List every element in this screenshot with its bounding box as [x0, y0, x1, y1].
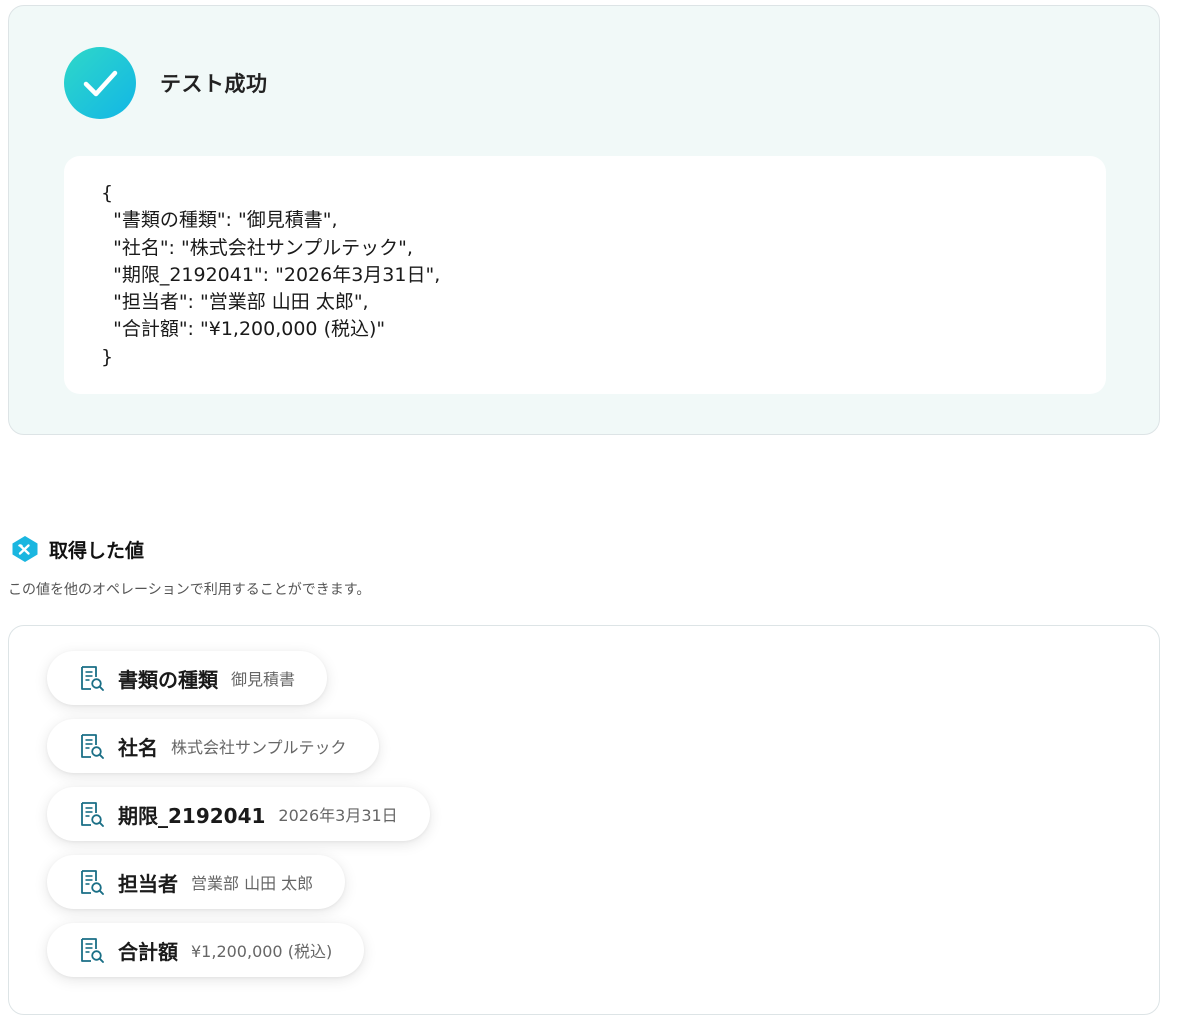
value-chip-value: 営業部 山田 太郎 — [191, 874, 314, 893]
value-chip-company-name[interactable]: 社名 株式会社サンプルテック — [47, 719, 379, 773]
value-chip-document-type[interactable]: 書類の種類 御見積書 — [47, 651, 328, 705]
test-result-panel: テスト成功 { "書類の種類": "御見積書", "社名": "株式会社サンプル… — [8, 5, 1160, 435]
value-chip-deadline[interactable]: 期限_2192041 2026年3月31日 — [47, 787, 430, 841]
value-chip-total-amount[interactable]: 合計額 ¥1,200,000 (税込) — [47, 923, 365, 977]
value-chip-value: 2026年3月31日 — [278, 806, 398, 825]
values-section-title: 取得した値 — [49, 539, 145, 562]
check-icon — [64, 47, 136, 119]
value-chip-label: 書類の種類 — [118, 667, 218, 692]
document-search-icon — [78, 732, 106, 760]
document-search-icon — [78, 936, 106, 964]
result-title: テスト成功 — [160, 72, 268, 96]
value-chip-label: 担当者 — [118, 871, 178, 896]
document-search-icon — [78, 800, 106, 828]
values-section-description: この値を他のオペレーションで利用することができます。 — [8, 582, 371, 598]
value-chip-label: 社名 — [118, 735, 158, 760]
value-chip-label: 合計額 — [118, 939, 178, 964]
value-chip-person-in-charge[interactable]: 担当者 営業部 山田 太郎 — [47, 855, 346, 909]
values-section-header: 取得した値 — [10, 534, 144, 564]
value-chip-value: ¥1,200,000 (税込) — [191, 942, 333, 961]
value-chip-label: 期限_2192041 — [118, 803, 266, 828]
variable-icon — [10, 534, 40, 564]
values-panel: 書類の種類 御見積書 社名 株式会社サンプルテック 期限_2192041 202… — [8, 625, 1160, 1015]
value-chip-value: 株式会社サンプルテック — [171, 738, 347, 757]
document-search-icon — [78, 868, 106, 896]
value-chip-value: 御見積書 — [231, 670, 296, 689]
json-output-box: { "書類の種類": "御見積書", "社名": "株式会社サンプルテック", … — [64, 156, 1106, 394]
json-output-text: { "書類の種類": "御見積書", "社名": "株式会社サンプルテック", … — [101, 182, 441, 368]
document-search-icon — [78, 664, 106, 692]
